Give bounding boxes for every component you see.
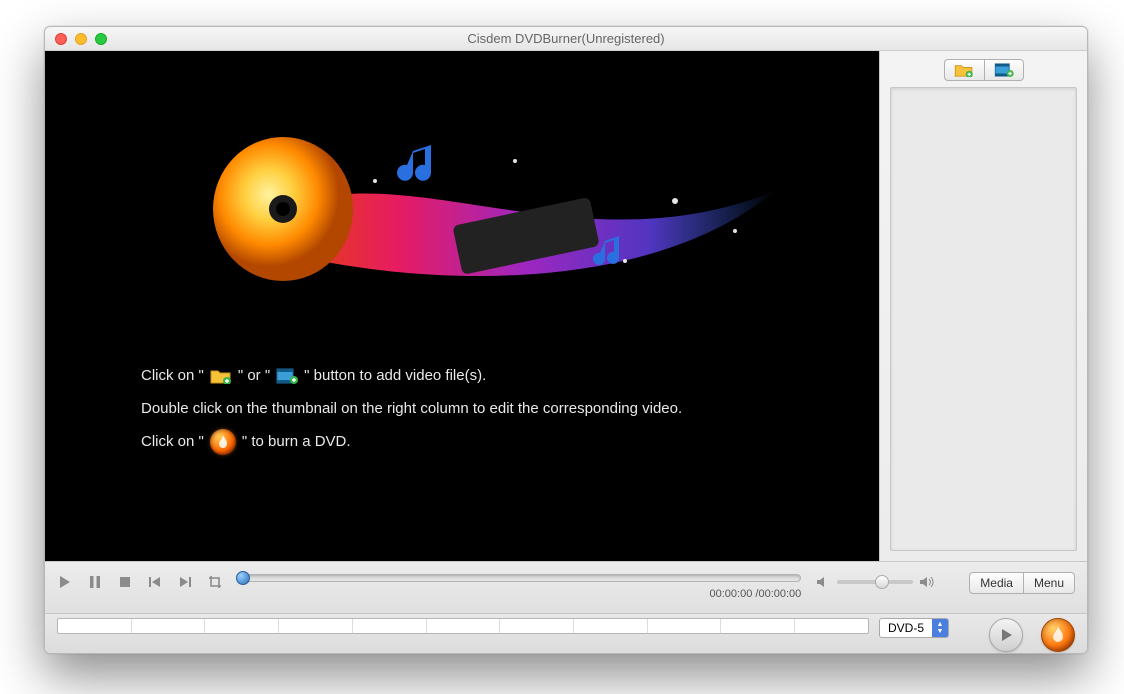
add-folder-button[interactable] bbox=[944, 59, 984, 81]
instruction-text: " button to add video file(s). bbox=[304, 359, 486, 392]
disc-type-value: DVD-5 bbox=[880, 621, 932, 635]
preview-play-button[interactable] bbox=[989, 618, 1023, 652]
burn-button[interactable] bbox=[1041, 618, 1075, 652]
storage-segment bbox=[58, 619, 132, 633]
pause-button[interactable] bbox=[87, 574, 103, 590]
instructions: Click on " " or " " button to add video … bbox=[141, 359, 682, 458]
instruction-text: " or " bbox=[238, 359, 270, 392]
stop-button[interactable] bbox=[117, 574, 133, 590]
instruction-text: Click on " bbox=[141, 425, 204, 458]
storage-segment bbox=[279, 619, 353, 633]
app-window: Cisdem DVDBurner(Unregistered) bbox=[44, 26, 1088, 654]
time-display: 00:00:00 /00:00:00 bbox=[237, 588, 801, 600]
folder-add-icon bbox=[210, 367, 232, 385]
thumbnail-list[interactable] bbox=[890, 87, 1077, 551]
storage-segment bbox=[353, 619, 427, 633]
next-button[interactable] bbox=[177, 574, 193, 590]
storage-segment bbox=[795, 619, 868, 633]
seek-slider[interactable] bbox=[237, 574, 801, 582]
bottom-bar: Used Storage(0.0M)/Total Storage(4.7G) D… bbox=[45, 613, 1087, 653]
video-add-icon bbox=[276, 367, 298, 385]
sidebar bbox=[879, 51, 1087, 561]
storage-label: Used Storage(0.0M)/Total Storage(4.7G) bbox=[57, 652, 255, 654]
volume-slider[interactable] bbox=[837, 580, 913, 584]
disc-type-select[interactable]: DVD-5 ▲▼ bbox=[879, 618, 949, 638]
storage-segment bbox=[132, 619, 206, 633]
storage-segment bbox=[574, 619, 648, 633]
content-area: Click on " " or " " button to add video … bbox=[45, 51, 1087, 561]
play-button[interactable] bbox=[57, 574, 73, 590]
storage-segment bbox=[427, 619, 501, 633]
tab-menu[interactable]: Menu bbox=[1023, 572, 1075, 594]
window-title: Cisdem DVDBurner(Unregistered) bbox=[45, 31, 1087, 46]
add-video-button[interactable] bbox=[984, 59, 1024, 81]
storage-segment bbox=[648, 619, 722, 633]
instruction-text: Click on " bbox=[141, 359, 204, 392]
preview-area: Click on " " or " " button to add video … bbox=[45, 51, 879, 561]
volume-up-icon[interactable] bbox=[919, 574, 935, 590]
storage-meter bbox=[57, 618, 869, 634]
volume-knob[interactable] bbox=[875, 575, 889, 589]
instruction-text: Double click on the thumbnail on the rig… bbox=[141, 392, 682, 425]
instruction-text: " to burn a DVD. bbox=[242, 425, 351, 458]
seek-knob[interactable] bbox=[236, 571, 250, 585]
crop-button[interactable] bbox=[207, 574, 223, 590]
playback-bar: 00:00:00 /00:00:00 Media Menu bbox=[45, 561, 1087, 613]
titlebar: Cisdem DVDBurner(Unregistered) bbox=[45, 27, 1087, 51]
storage-segment bbox=[205, 619, 279, 633]
stepper-arrows-icon: ▲▼ bbox=[932, 619, 948, 637]
storage-segment bbox=[500, 619, 574, 633]
burn-icon bbox=[210, 429, 236, 455]
tab-media[interactable]: Media bbox=[969, 572, 1023, 594]
storage-segment bbox=[721, 619, 795, 633]
hero-artwork bbox=[155, 91, 795, 321]
volume-down-icon[interactable] bbox=[815, 574, 831, 590]
prev-button[interactable] bbox=[147, 574, 163, 590]
